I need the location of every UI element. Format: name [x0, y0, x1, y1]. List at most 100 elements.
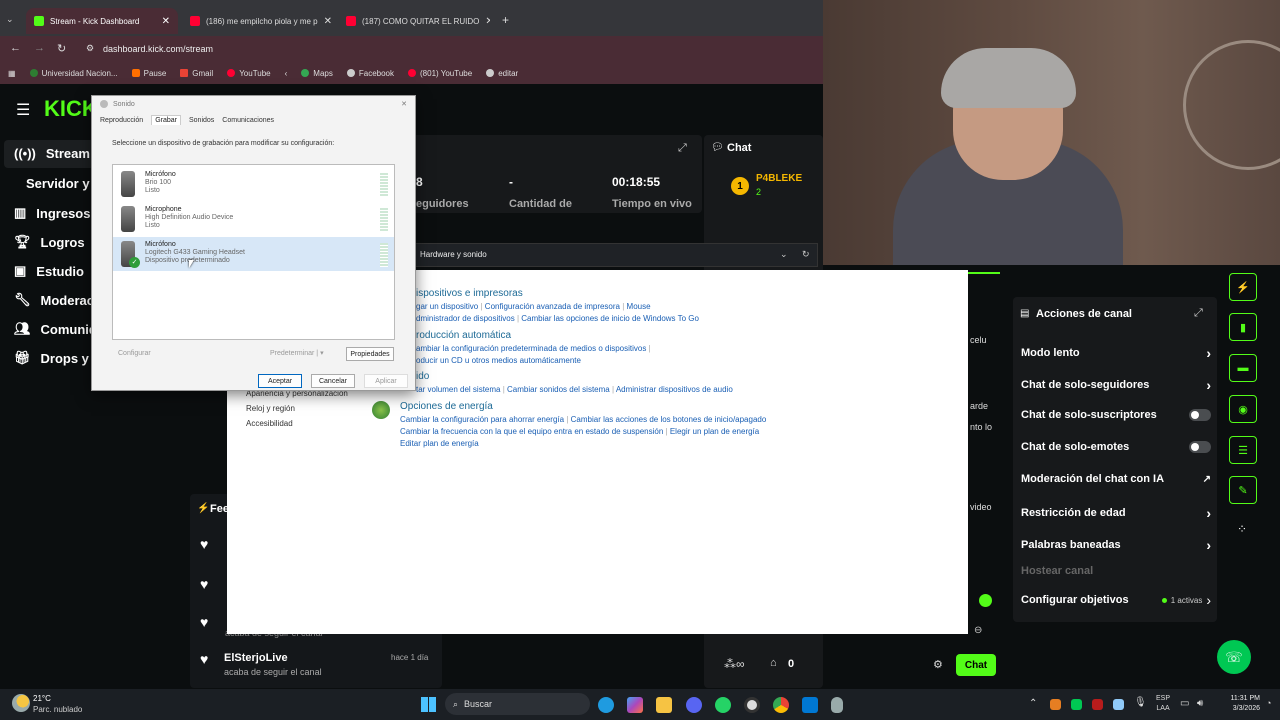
chrome-icon[interactable]: [773, 697, 789, 713]
sidebar-item-stream[interactable]: ((•)) Stream: [14, 146, 90, 161]
action-slow-mode[interactable]: Modo lento ›: [1021, 345, 1211, 361]
cp-link[interactable]: Cambiar sonidos del sistema: [507, 385, 610, 394]
cp-link[interactable]: Elegir un plan de energía: [670, 427, 759, 436]
action-configure-goals[interactable]: Configurar objetivos 1 activas ›: [1021, 592, 1211, 608]
emoji-icon[interactable]: [979, 594, 992, 607]
chat-rail-button[interactable]: ▬: [1229, 354, 1257, 382]
notifications-icon[interactable]: ◔: [1266, 698, 1271, 708]
cp-power-title[interactable]: Opciones de energía: [400, 401, 493, 412]
bookmark-maps[interactable]: Maps: [301, 69, 333, 78]
tray-expand-icon[interactable]: ⌃: [1029, 698, 1037, 709]
action-ai-moderation[interactable]: Moderación del chat con IA ↗: [1021, 473, 1211, 485]
support-chat-button[interactable]: ☏: [1217, 640, 1251, 674]
weather-icon[interactable]: [12, 694, 30, 712]
tools-rail-button[interactable]: ✎: [1229, 476, 1257, 504]
users-infinity-icon[interactable]: ⁂∞: [724, 657, 745, 671]
action-banned-words[interactable]: Palabras baneadas ›: [1021, 537, 1211, 553]
back-icon[interactable]: ←: [10, 42, 21, 54]
cp-link[interactable]: dministrador de dispositivos: [416, 314, 515, 323]
hamburger-menu-icon[interactable]: ☰: [16, 100, 30, 120]
volume-icon[interactable]: 🔊︎: [1197, 698, 1203, 709]
mouse-app-icon[interactable]: [831, 697, 843, 713]
cp-link[interactable]: Cambiar la configuración para ahorrar en…: [400, 415, 564, 424]
cp-link[interactable]: Mouse: [627, 302, 651, 311]
close-tab-icon[interactable]: ✕: [324, 16, 332, 27]
cp-breadcrumb[interactable]: Hardware y sonido: [420, 250, 487, 259]
cp-left-link-accessibility[interactable]: Accesibilidad: [246, 419, 293, 428]
new-tab-button[interactable]: +: [502, 13, 509, 27]
cp-left-link-clock[interactable]: Reloj y región: [246, 404, 295, 413]
cp-devices-title[interactable]: ispositivos e impresoras: [416, 288, 523, 299]
sidebar-item-moderacion[interactable]: 🔧︎ Moderaci: [14, 292, 98, 308]
device-row-g433[interactable]: ✓ Micrófono Logitech G433 Gaming Headset D…: [113, 237, 394, 271]
network-icon[interactable]: ▭: [1180, 698, 1189, 709]
tab-kick-dashboard[interactable]: Stream - Kick Dashboard ✕: [26, 8, 178, 34]
edge-icon[interactable]: [598, 697, 614, 713]
microphone-tray-icon[interactable]: 🎙︎: [1134, 697, 1147, 708]
sidebar-item-servidor[interactable]: Servidor y c: [26, 176, 100, 191]
properties-button[interactable]: Propiedades: [346, 347, 394, 361]
cp-link[interactable]: tar volumen del sistema: [416, 385, 500, 394]
store-icon[interactable]: ⌂: [770, 657, 777, 669]
tab-grabar[interactable]: Grabar: [151, 115, 181, 125]
set-default-button[interactable]: Predeterminar | ▾: [270, 349, 324, 357]
close-tab-icon[interactable]: ✕: [162, 16, 170, 27]
sidebar-item-drops[interactable]: 🎁︎ Drops y r: [14, 350, 98, 366]
popout-icon[interactable]: ⤢: [678, 142, 687, 155]
bookmark-gmail[interactable]: Gmail: [180, 69, 213, 78]
broadcast-rail-button[interactable]: ◉: [1229, 395, 1257, 423]
cp-link[interactable]: oducir un CD u otros medios automáticame…: [416, 356, 581, 365]
subscribers-only-toggle[interactable]: [1189, 409, 1211, 421]
site-info-icon[interactable]: ⚙: [86, 43, 94, 54]
dots-rail-icon[interactable]: ⁘: [1237, 522, 1247, 536]
bookmark-unal[interactable]: Universidad Nacion...: [29, 69, 118, 78]
ok-button[interactable]: Aceptar: [258, 374, 302, 388]
sidebar-item-ingresos[interactable]: ▥ Ingresos: [14, 205, 90, 221]
device-row-brio[interactable]: Micrófono Brio 100 Listo: [113, 167, 394, 201]
layout-rail-button[interactable]: ☰: [1229, 436, 1257, 464]
emotes-only-toggle[interactable]: [1189, 441, 1211, 453]
action-subscribers-only[interactable]: Chat de solo-suscriptores: [1021, 409, 1211, 421]
tab-comunicaciones[interactable]: Comunicaciones: [222, 117, 274, 125]
cp-link[interactable]: Cambiar las opciones de inicio de Window…: [521, 314, 699, 323]
action-emotes-only[interactable]: Chat de solo-emotes: [1021, 441, 1211, 453]
tab-youtube-1[interactable]: (186) me empilcho piola y me p ✕: [182, 8, 334, 34]
sidebar-item-logros[interactable]: 🏆︎ Logros: [14, 234, 85, 250]
obs-icon[interactable]: [744, 697, 760, 713]
apps-icon[interactable]: ▦: [8, 69, 16, 78]
notes-rail-button[interactable]: ▮: [1229, 313, 1257, 341]
cancel-button[interactable]: Cancelar: [311, 374, 355, 388]
configure-button[interactable]: Configurar: [118, 350, 151, 357]
device-row-hd-audio[interactable]: Microphone High Definition Audio Device Li…: [113, 202, 394, 236]
bookmark-arrow[interactable]: ‹: [285, 69, 288, 78]
cp-sound-title[interactable]: ido: [416, 371, 429, 382]
chevron-down-icon[interactable]: ⌄: [780, 249, 788, 260]
tab-youtube-2[interactable]: (187) COMO QUITAR EL RUIDO ✕: [338, 8, 490, 34]
bookmark-youtube[interactable]: YouTube: [227, 69, 271, 78]
url-field[interactable]: dashboard.kick.com/stream: [103, 44, 213, 54]
cp-link[interactable]: Cambiar la frecuencia con la que el equi…: [400, 427, 663, 436]
sidebar-item-comunidad[interactable]: 👥︎ Comunid: [14, 321, 97, 337]
copilot-icon[interactable]: [627, 697, 643, 713]
apply-button[interactable]: Aplicar: [364, 374, 408, 388]
cp-autoplay-title[interactable]: roducción automática: [416, 330, 511, 341]
taskbar-search[interactable]: ⌕ Buscar: [445, 693, 590, 715]
tab-search-button[interactable]: ⌄: [6, 14, 14, 25]
action-age-restriction[interactable]: Restricción de edad ›: [1021, 505, 1211, 521]
close-icon[interactable]: ✕: [401, 100, 407, 108]
tab-reproduccion[interactable]: Reproducción: [100, 117, 143, 125]
bookmark-pause[interactable]: Pause: [131, 69, 166, 78]
action-followers-only[interactable]: Chat de solo-seguidores ›: [1021, 377, 1211, 393]
tray-icon-3[interactable]: [1092, 699, 1103, 710]
bookmark-editar[interactable]: editar: [486, 69, 518, 78]
close-tab-icon[interactable]: ✕: [485, 16, 490, 27]
language-indicator[interactable]: ESP LAA: [1156, 694, 1170, 714]
cp-link[interactable]: Cambiar las acciones de los botones de i…: [571, 415, 767, 424]
tray-icon-1[interactable]: [1050, 699, 1061, 710]
forward-icon[interactable]: →: [34, 42, 45, 54]
bookmark-facebook[interactable]: Facebook: [346, 69, 394, 78]
chat-top-user[interactable]: P4BLEKE: [756, 173, 802, 184]
app-icon[interactable]: [802, 697, 818, 713]
tray-icon-2[interactable]: [1071, 699, 1082, 710]
clock[interactable]: 11:31 PM 3/3/2026: [1218, 694, 1260, 714]
